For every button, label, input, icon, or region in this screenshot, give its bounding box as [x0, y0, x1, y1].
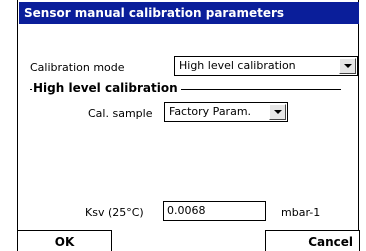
dialog-window: Sensor manual calibration parameters Cal…	[17, 0, 360, 251]
chevron-down-icon[interactable]	[269, 104, 286, 120]
ksv-unit-label: mbar-1	[281, 206, 321, 219]
cal-sample-select[interactable]: Factory Param.	[164, 102, 288, 122]
ok-button[interactable]: OK	[17, 230, 112, 251]
chevron-down-icon[interactable]	[339, 58, 356, 74]
calibration-mode-value: High level calibration	[179, 59, 296, 72]
calibration-mode-select[interactable]: High level calibration	[174, 56, 358, 76]
cancel-button[interactable]: Cancel	[265, 230, 360, 251]
group-title: High level calibration	[32, 81, 181, 95]
cal-sample-value: Factory Param.	[169, 105, 252, 118]
calibration-mode-label: Calibration mode	[30, 61, 125, 74]
ksv-label: Ksv (25°C)	[85, 206, 144, 219]
cal-sample-label: Cal. sample	[88, 107, 153, 120]
dialog-title: Sensor manual calibration parameters	[19, 2, 359, 24]
ksv-input[interactable]: 0.0068	[163, 201, 266, 221]
